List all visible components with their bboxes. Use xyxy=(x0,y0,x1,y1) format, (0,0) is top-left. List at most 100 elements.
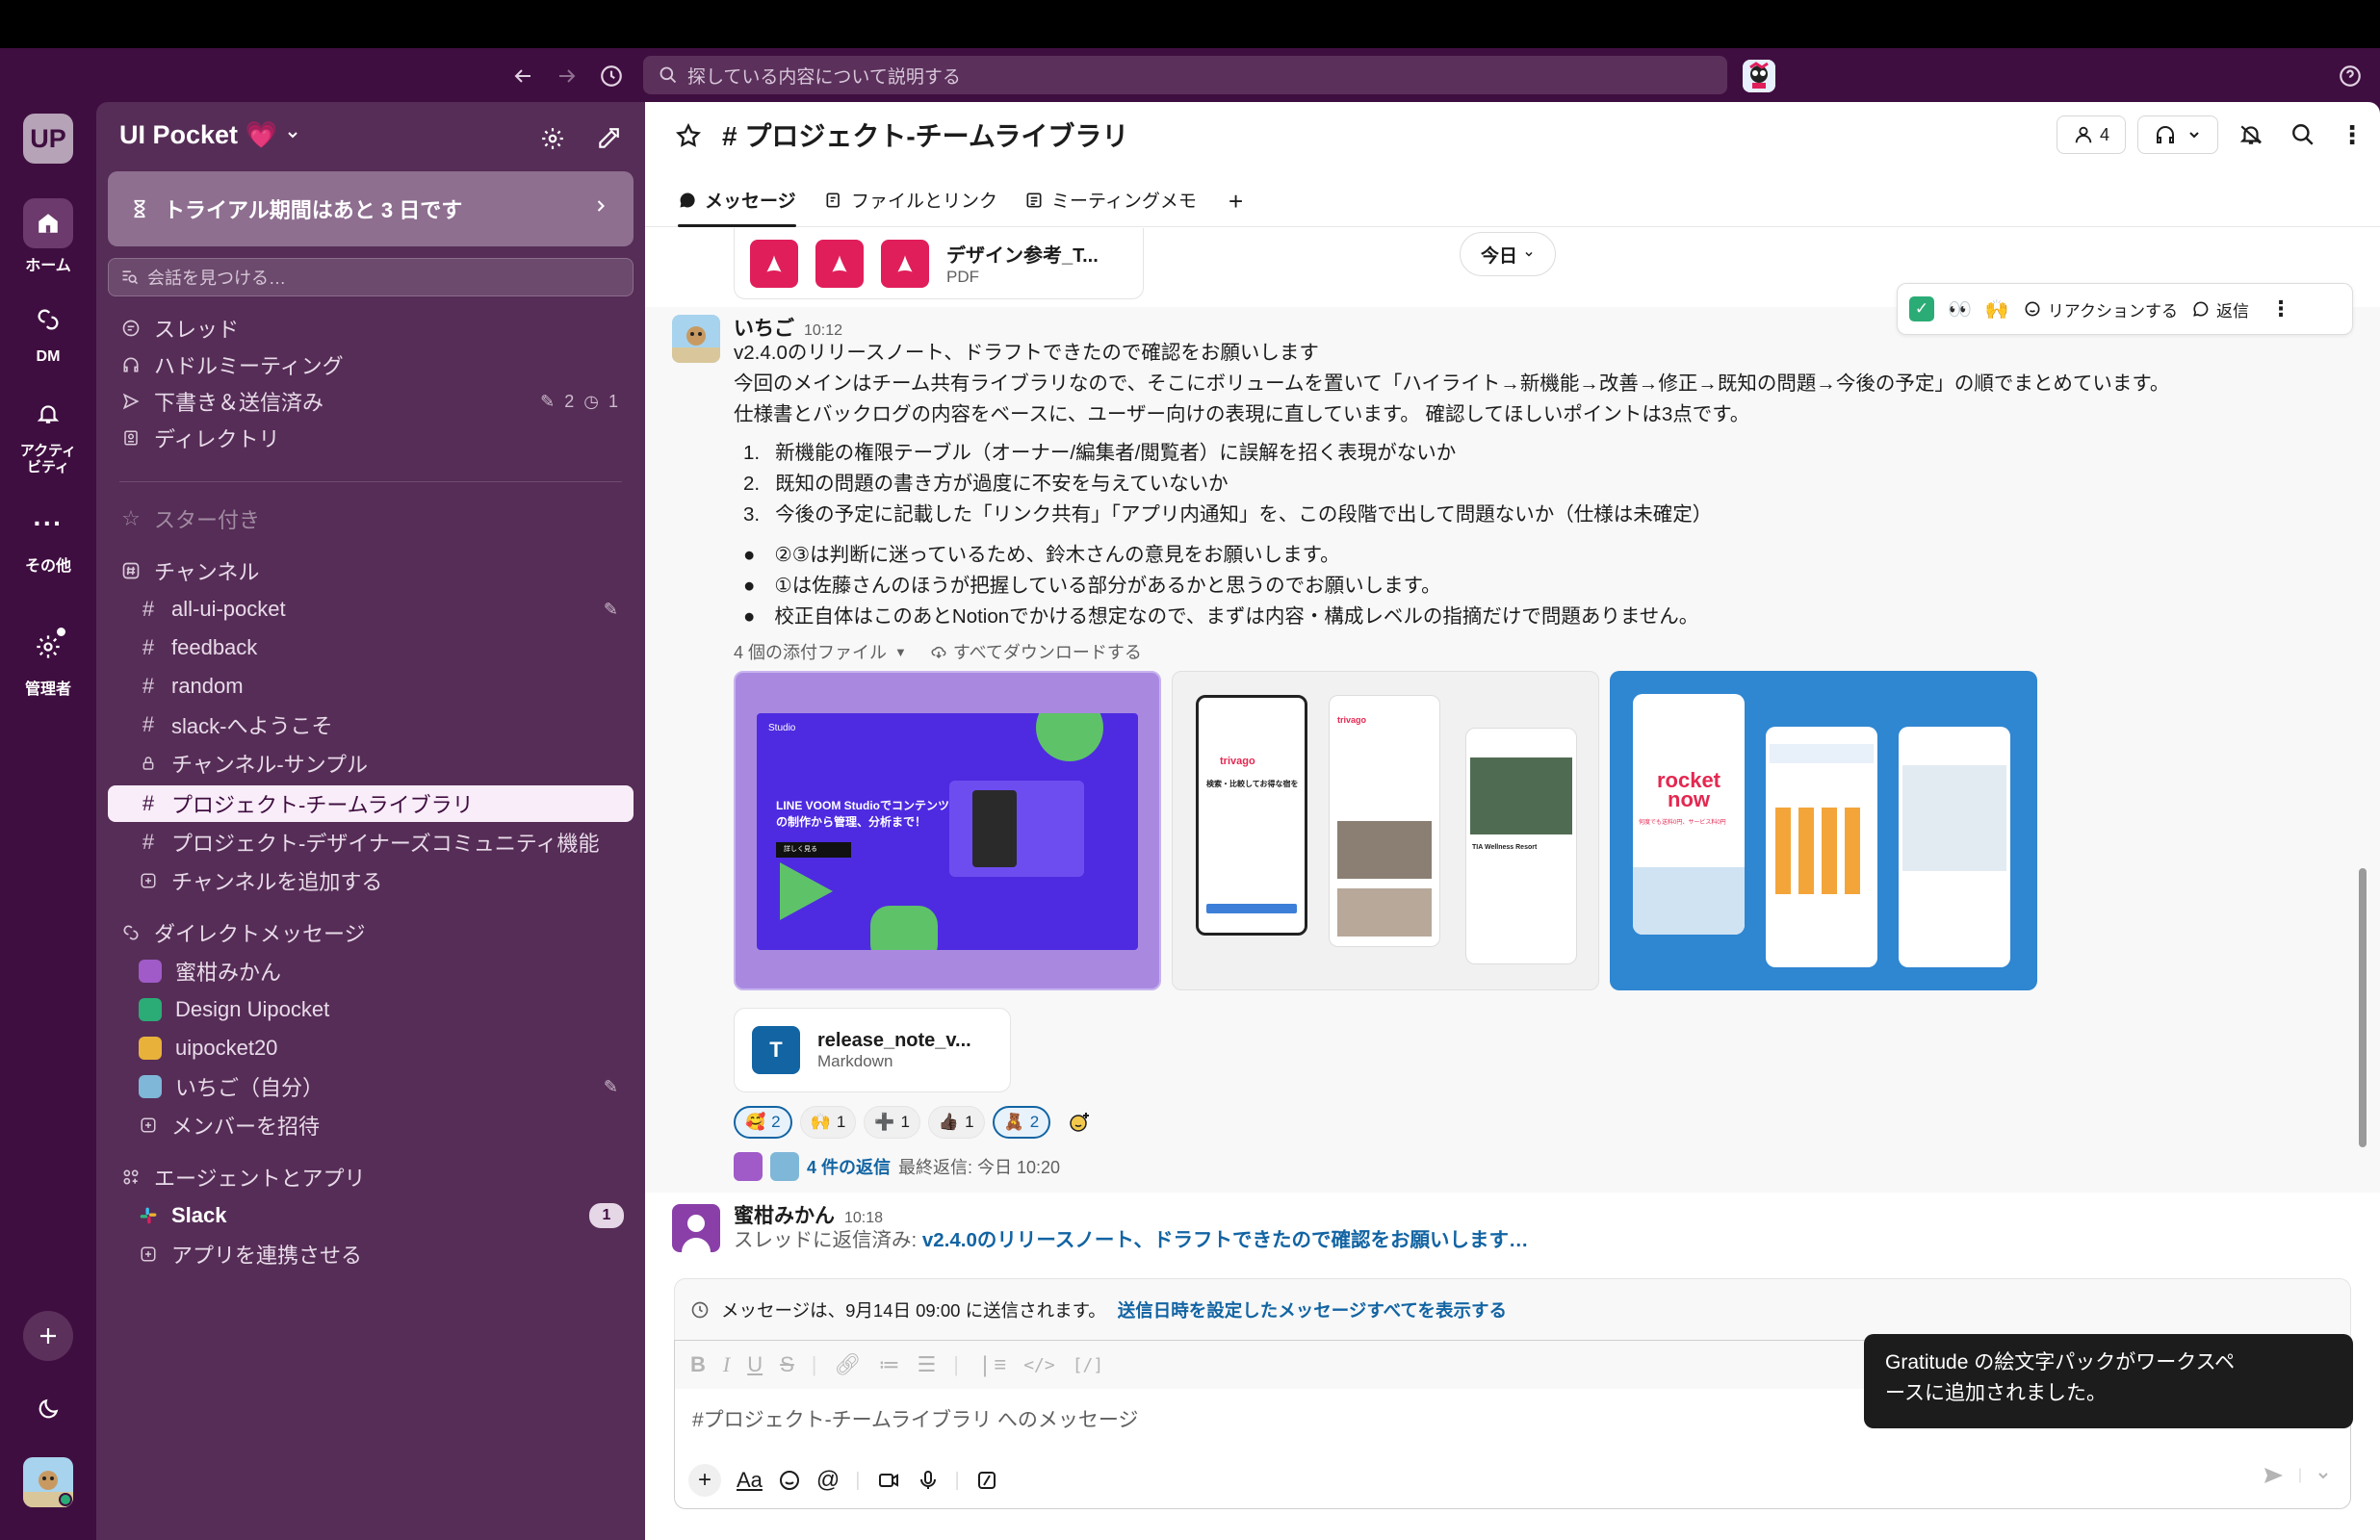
sidebar-item-drafts[interactable]: 下書き＆送信済み ✎ 2 ◷ 1 xyxy=(108,383,634,420)
sidebar-dm[interactable]: uipocket20 xyxy=(108,1030,634,1066)
eyes-emoji-button[interactable]: 👀 xyxy=(1948,297,1972,321)
pdf-attachment-group[interactable]: デザイン参考_T... PDF xyxy=(734,228,1144,299)
ordered-list-icon[interactable]: ≔ xyxy=(878,1352,899,1377)
workspace-switcher[interactable]: UP xyxy=(23,114,73,164)
sidebar-section-dms[interactable]: ダイレクトメッセージ xyxy=(108,914,634,951)
image-attachment[interactable]: rocket now 何度でも送料0円、サービス料0円 xyxy=(1610,671,2037,990)
italic-icon[interactable]: I xyxy=(723,1352,730,1377)
members-button[interactable]: 4 xyxy=(2057,116,2126,154)
video-icon[interactable] xyxy=(876,1469,901,1492)
text-format-toggle[interactable]: Aa xyxy=(737,1468,763,1493)
strikethrough-icon[interactable]: S xyxy=(780,1352,794,1377)
sidebar-dm[interactable]: 蜜柑みかん xyxy=(108,953,634,989)
rail-more[interactable]: ··· その他 xyxy=(0,499,96,576)
invite-members-button[interactable]: メンバーを招待 xyxy=(108,1107,634,1143)
rail-home[interactable]: ホーム xyxy=(0,198,96,275)
markdown-file-attachment[interactable]: T release_note_v... Markdown xyxy=(734,1008,1011,1092)
help-icon[interactable] xyxy=(2334,60,2367,92)
code-icon[interactable]: </> xyxy=(1023,1355,1055,1375)
plus-icon[interactable]: + xyxy=(688,1464,721,1497)
back-arrow-icon[interactable] xyxy=(506,60,539,92)
message-time[interactable]: 10:12 xyxy=(804,322,842,339)
dark-mode-toggle[interactable] xyxy=(23,1384,73,1434)
tab-meeting-notes[interactable]: ミーティングメモ xyxy=(1024,187,1197,213)
date-divider-button[interactable]: 今日 xyxy=(1460,232,1556,276)
kebab-menu-icon[interactable]: ⋮ xyxy=(2336,116,2368,154)
sidebar-app-slack[interactable]: Slack 1 xyxy=(108,1197,634,1234)
blockquote-icon[interactable]: ❘≡ xyxy=(976,1352,1006,1377)
forward-arrow-icon[interactable] xyxy=(551,60,583,92)
search-icon[interactable] xyxy=(2284,116,2322,154)
sidebar-channel[interactable]: # all-ui-pocket ✎ xyxy=(108,591,634,628)
sidebar-channel[interactable]: # プロジェクト-デザイナーズコミュニティ機能 xyxy=(108,824,634,860)
sidebar-item-directory[interactable]: ディレクトリ xyxy=(108,420,634,456)
attachments-toggle[interactable]: 4 個の添付ファイル ▼ xyxy=(734,639,907,664)
add-channel-button[interactable]: チャンネルを追加する xyxy=(108,862,634,899)
star-icon[interactable] xyxy=(672,119,705,152)
connect-app-button[interactable]: アプリを連携させる xyxy=(108,1236,634,1272)
avatar[interactable] xyxy=(672,1204,720,1252)
thread-reply-count[interactable]: 4 件の返信 xyxy=(807,1154,891,1179)
find-conversation-input[interactable]: 会話を見つける… xyxy=(108,258,634,296)
scrollbar-thumb[interactable] xyxy=(2359,868,2367,1147)
add-reaction-button[interactable]: リアクションする xyxy=(2023,297,2178,321)
huddle-button[interactable] xyxy=(2137,116,2218,154)
user-avatar-top[interactable] xyxy=(1743,60,1775,92)
link-icon[interactable]: 🔗︎ xyxy=(835,1352,862,1377)
settings-gear-icon[interactable] xyxy=(535,121,570,156)
reply-link[interactable]: v2.4.0のリリースノート、ドラフトできたので確認をお願いします… xyxy=(922,1229,1529,1251)
underline-icon[interactable]: U xyxy=(747,1352,763,1377)
profile-avatar[interactable] xyxy=(23,1457,73,1507)
slash-command-icon[interactable] xyxy=(975,1469,998,1492)
thread-summary[interactable]: 4 件の返信 最終返信: 今日 10:20 xyxy=(734,1152,1060,1181)
scheduled-link[interactable]: 送信日時を設定したメッセージすべてを表示する xyxy=(1118,1297,1507,1322)
reply-button[interactable]: 返信 xyxy=(2191,297,2249,321)
workspace-menu[interactable]: UI Pocket 💗 xyxy=(119,119,300,150)
reaction-button[interactable]: 🙌 1 xyxy=(799,1106,857,1139)
message-time[interactable]: 10:18 xyxy=(844,1210,883,1226)
bullet-list-icon[interactable]: ☰ xyxy=(917,1352,936,1377)
avatar[interactable] xyxy=(672,315,720,363)
sidebar-section-starred[interactable]: ☆ スター付き xyxy=(108,500,634,537)
bold-icon[interactable]: B xyxy=(690,1352,706,1377)
sidebar-dm[interactable]: Design Uipocket xyxy=(108,991,634,1028)
sidebar-section-channels[interactable]: チャンネル xyxy=(108,552,634,589)
sidebar-item-threads[interactable]: スレッド xyxy=(108,310,634,346)
notification-bell-icon[interactable] xyxy=(2232,116,2270,154)
reaction-button[interactable]: 🥰 2 xyxy=(734,1106,792,1139)
sidebar-channel-selected[interactable]: # プロジェクト-チームライブラリ xyxy=(108,785,634,822)
sidebar-dm[interactable]: いちご（自分） ✎ xyxy=(108,1068,634,1105)
download-all-button[interactable]: すべてダウンロードする xyxy=(930,639,1142,664)
sidebar-item-huddles[interactable]: ハドルミーティング xyxy=(108,346,634,383)
reaction-button[interactable]: 🧸 2 xyxy=(992,1106,1051,1139)
microphone-icon[interactable] xyxy=(917,1469,940,1492)
message-input[interactable]: #プロジェクト-チームライブラリ へのメッセージ xyxy=(692,1404,1138,1433)
sidebar-channel[interactable]: # feedback xyxy=(108,629,634,666)
search-bar[interactable]: 探している内容について説明する xyxy=(643,56,1727,94)
reaction-button[interactable]: ➕ 1 xyxy=(864,1106,920,1139)
compose-icon[interactable] xyxy=(591,121,626,156)
chevron-down-icon[interactable] xyxy=(2315,1468,2331,1483)
mention-icon[interactable]: @ xyxy=(816,1467,840,1494)
emoji-icon[interactable] xyxy=(778,1469,801,1492)
sidebar-channel[interactable]: # random xyxy=(108,668,634,705)
send-icon[interactable] xyxy=(2262,1464,2285,1487)
more-actions-icon[interactable]: ⋮ xyxy=(2270,296,2291,321)
rail-dm[interactable]: DM xyxy=(0,295,96,366)
channel-title[interactable]: # プロジェクト-チームライブラリ xyxy=(722,116,1128,154)
reaction-button[interactable]: 👍🏿 1 xyxy=(927,1106,985,1139)
tab-messages[interactable]: メッセージ xyxy=(678,187,796,227)
check-emoji-button[interactable]: ✓ xyxy=(1909,296,1934,321)
sidebar-channel[interactable]: # slack-へようこそ xyxy=(108,706,634,743)
rail-admin[interactable]: 管理者 xyxy=(0,622,96,699)
create-new-button[interactable] xyxy=(23,1311,73,1361)
add-tab-button[interactable]: + xyxy=(1229,187,1243,217)
image-attachment[interactable]: Studio LINE VOOM Studioでコンテンツの制作から管理、分析ま… xyxy=(734,671,1161,990)
history-clock-icon[interactable] xyxy=(595,60,628,92)
rail-activity[interactable]: アクティビティ xyxy=(0,389,96,475)
sidebar-section-apps[interactable]: エージェントとアプリ xyxy=(108,1159,634,1195)
trial-banner[interactable]: トライアル期間はあと 3 日です xyxy=(108,171,634,246)
image-attachment[interactable]: trivago 検索・比較してお得な宿を trivago TIA Wellnes… xyxy=(1172,671,1599,990)
add-reaction-button[interactable] xyxy=(1058,1106,1100,1139)
raised-hands-emoji-button[interactable]: 🙌 xyxy=(1985,297,2009,321)
